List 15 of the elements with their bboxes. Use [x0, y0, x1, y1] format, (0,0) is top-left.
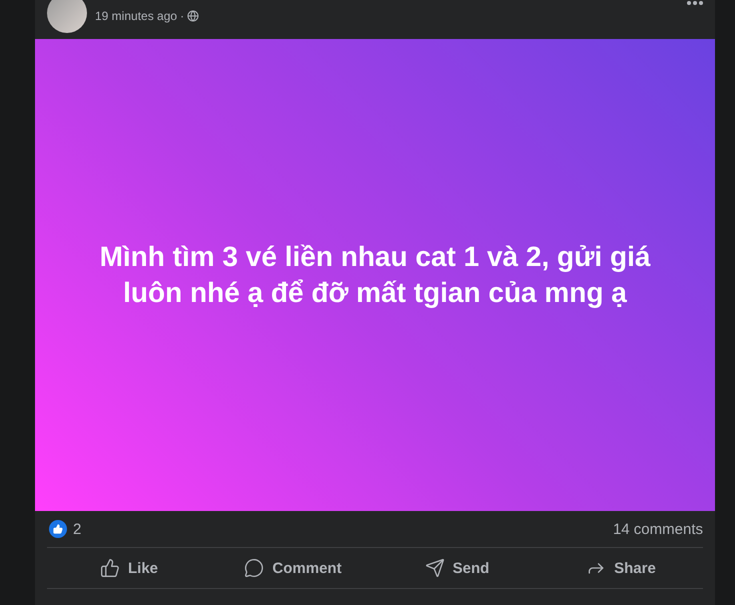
- thumbs-up-icon: [100, 558, 120, 578]
- comment-button[interactable]: Comment: [211, 548, 375, 588]
- send-button[interactable]: Send: [375, 548, 539, 588]
- share-button[interactable]: Share: [539, 548, 703, 588]
- globe-icon: [187, 10, 200, 22]
- speech-bubble-icon: [244, 558, 264, 578]
- post-text: Mình tìm 3 vé liền nhau cat 1 và 2, gửi giá luôn nhé ạ để đỡ mất tgian của mng ạ: [98, 240, 652, 310]
- paper-plane-icon: [424, 558, 445, 578]
- like-button[interactable]: Like: [47, 548, 211, 588]
- avatar[interactable]: [47, 0, 87, 32]
- comment-count[interactable]: 14 comments: [612, 520, 703, 538]
- separator: ·: [180, 8, 184, 22]
- post-time[interactable]: 19 minutes ago: [95, 8, 178, 22]
- reaction-count[interactable]: 2: [73, 520, 82, 538]
- like-reaction-icon[interactable]: [49, 520, 67, 538]
